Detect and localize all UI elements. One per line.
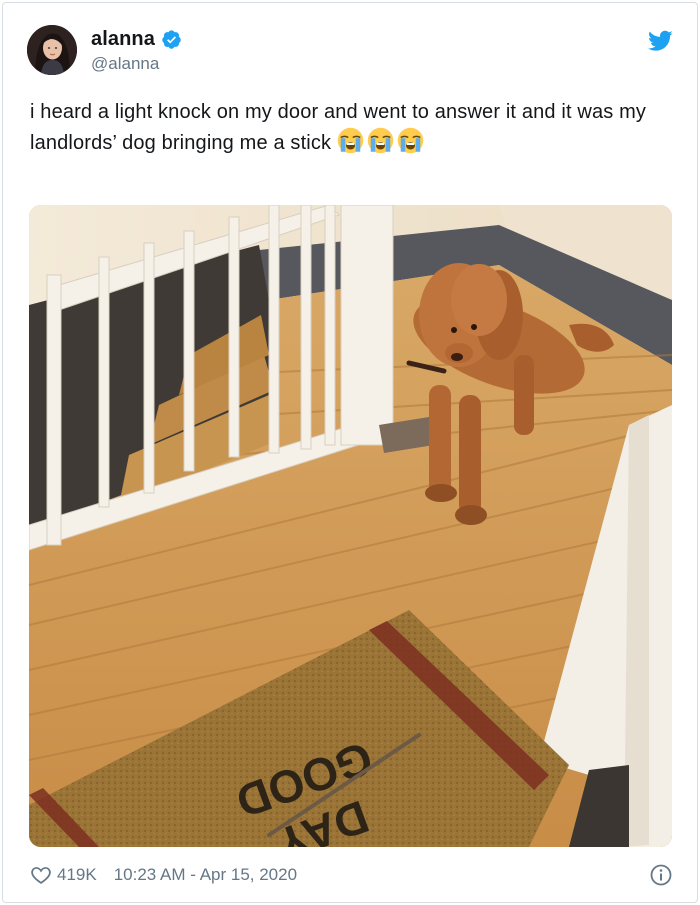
twitter-bird-icon[interactable] (648, 30, 673, 52)
avatar[interactable] (27, 25, 77, 75)
author-identity: alanna @alanna (91, 26, 182, 74)
loudly-crying-face-icon (397, 127, 424, 154)
tweet-card: alanna @alanna i heard a light knock on … (2, 2, 698, 903)
tweet-photo[interactable]: GOOD DAY (29, 205, 672, 847)
dog-photo-illustration: GOOD DAY (29, 205, 672, 847)
loudly-crying-face-icon (337, 127, 364, 154)
tweet-header: alanna @alanna (27, 25, 677, 81)
display-name[interactable]: alanna (91, 28, 155, 51)
verified-icon (162, 29, 181, 49)
avatar-photo (27, 25, 77, 75)
like-count[interactable]: 419K (57, 865, 97, 885)
tweet-footer: 419K 10:23 AM - Apr 15, 2020 (30, 861, 675, 889)
author-handle[interactable]: @alanna (91, 54, 182, 74)
heart-outline-icon[interactable] (30, 864, 52, 886)
tweet-timestamp[interactable]: 10:23 AM - Apr 15, 2020 (114, 865, 297, 885)
display-name-row: alanna (91, 26, 182, 52)
info-icon[interactable] (649, 863, 673, 887)
loudly-crying-face-icon (367, 127, 394, 154)
tweet-text: i heard a light knock on my door and wen… (30, 97, 670, 158)
